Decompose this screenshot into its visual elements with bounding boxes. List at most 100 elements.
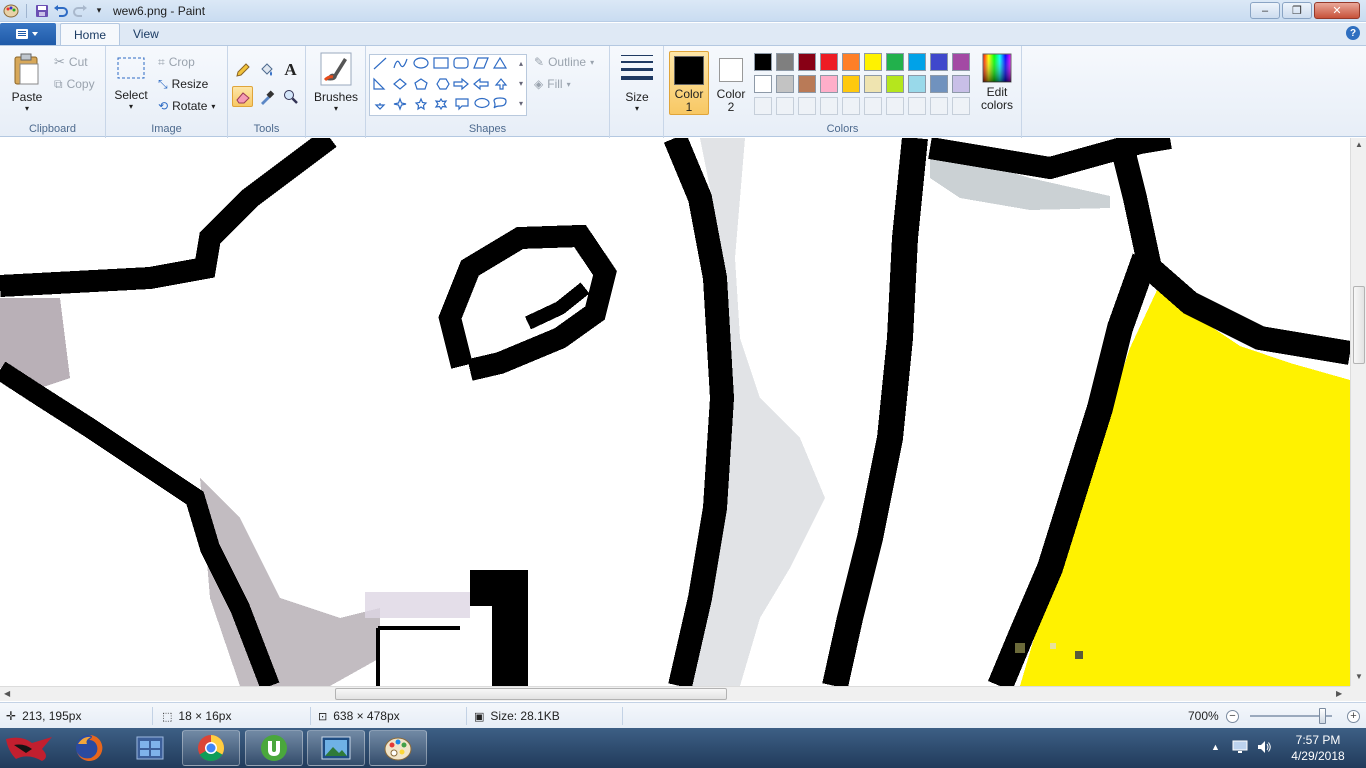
zoom-percent: 700%	[1188, 709, 1219, 723]
rotate-button[interactable]: ⟲ Rotate ▾	[158, 96, 215, 116]
color1-button[interactable]: Color 1	[669, 51, 709, 115]
palette-color-swatch[interactable]	[820, 53, 838, 71]
palette-color-swatch[interactable]	[798, 53, 816, 71]
paint-app-icon[interactable]	[3, 3, 19, 19]
close-button[interactable]: ✕	[1314, 2, 1360, 19]
minimize-button[interactable]: ‒	[1250, 2, 1280, 19]
redo-icon[interactable]	[72, 3, 88, 19]
copy-button[interactable]: ⧉ Copy	[54, 74, 95, 94]
cut-button[interactable]: ✂ Cut	[54, 52, 88, 72]
image-size: ⊡ 638 × 478px	[318, 703, 400, 729]
shapes-gallery-icons[interactable]	[370, 55, 526, 115]
pencil-tool[interactable]	[232, 59, 253, 80]
taskbar-chrome[interactable]	[182, 730, 240, 766]
palette-custom-slot[interactable]	[776, 97, 794, 115]
ribbon-tabs: Home View ?	[0, 23, 1366, 45]
resize-button[interactable]: ⤡ Resize	[158, 74, 208, 94]
palette-color-swatch[interactable]	[842, 75, 860, 93]
size-button[interactable]: Size ▾	[618, 52, 656, 113]
palette-color-swatch[interactable]	[776, 75, 794, 93]
palette-color-swatch[interactable]	[930, 75, 948, 93]
outline-button[interactable]: ✎ Outline ▾	[534, 52, 594, 72]
palette-color-swatch[interactable]	[798, 75, 816, 93]
taskbar-firefox[interactable]	[60, 730, 118, 766]
palette-color-swatch[interactable]	[952, 53, 970, 71]
palette-color-swatch[interactable]	[930, 53, 948, 71]
taskbar-paint[interactable]	[369, 730, 427, 766]
selection-size: ⬚ 18 × 16px	[162, 703, 231, 729]
palette-color-swatch[interactable]	[864, 75, 882, 93]
eraser-tool[interactable]	[232, 86, 253, 107]
select-button[interactable]: Select ▾	[114, 56, 148, 111]
palette-color-swatch[interactable]	[886, 75, 904, 93]
zoom-slider-thumb[interactable]	[1319, 708, 1326, 724]
palette-custom-slot[interactable]	[952, 97, 970, 115]
palette-color-swatch[interactable]	[952, 75, 970, 93]
palette-custom-slot[interactable]	[754, 97, 772, 115]
customize-qat-icon[interactable]: ▾	[91, 3, 107, 19]
taskbar-photo-viewer[interactable]	[307, 730, 365, 766]
show-hidden-icons[interactable]: ▲	[1211, 742, 1220, 752]
tab-home[interactable]: Home	[60, 23, 121, 45]
magnifier-tool[interactable]	[280, 86, 301, 107]
color2-button[interactable]: Color 2	[711, 51, 751, 115]
fill-icon: ◈	[534, 77, 544, 91]
paste-button[interactable]: Paste ▾	[8, 52, 46, 113]
palette-color-swatch[interactable]	[820, 75, 838, 93]
palette-custom-slot[interactable]	[864, 97, 882, 115]
palette-color-swatch[interactable]	[886, 53, 904, 71]
palette-color-swatch[interactable]	[864, 53, 882, 71]
palette-color-swatch[interactable]	[842, 53, 860, 71]
taskbar-task-manager[interactable]	[121, 730, 179, 766]
fill-button[interactable]: ◈ Fill ▾	[534, 74, 571, 94]
horizontal-scrollbar[interactable]: ◀ ▶	[0, 686, 1350, 701]
color-picker-tool[interactable]	[256, 86, 277, 107]
scroll-down-icon[interactable]: ▼	[1355, 672, 1363, 681]
help-icon[interactable]: ?	[1346, 26, 1360, 40]
zoom-in-button[interactable]: +	[1347, 710, 1360, 723]
palette-custom-slot[interactable]	[798, 97, 816, 115]
file-menu-button[interactable]	[0, 23, 56, 45]
taskbar-utorrent[interactable]	[245, 730, 303, 766]
brushes-button[interactable]: Brushes ▾	[314, 52, 358, 113]
crop-label: Crop	[168, 55, 195, 69]
paint-icon	[384, 737, 412, 761]
edit-colors-button[interactable]: Edit colors	[977, 53, 1017, 112]
drawing-canvas[interactable]	[0, 138, 1350, 686]
palette-color-swatch[interactable]	[754, 75, 772, 93]
palette-color-swatch[interactable]	[776, 53, 794, 71]
palette-custom-slot[interactable]	[886, 97, 904, 115]
tab-view[interactable]: View	[120, 23, 172, 45]
select-dropdown-icon: ▾	[128, 102, 133, 111]
crop-button[interactable]: ⌗ Crop	[158, 52, 195, 72]
text-tool[interactable]: A	[280, 59, 301, 80]
undo-icon[interactable]	[53, 3, 69, 19]
tray-clock[interactable]: 7:57 PM 4/29/2018	[1278, 732, 1358, 764]
horizontal-scroll-thumb[interactable]	[335, 688, 727, 700]
color1-swatch	[674, 56, 704, 85]
maximize-button[interactable]: ❐	[1282, 2, 1312, 19]
start-button[interactable]	[0, 730, 58, 766]
volume-icon[interactable]	[1256, 739, 1272, 758]
vertical-scrollbar[interactable]: ▲ ▼	[1350, 138, 1366, 686]
scroll-up-icon[interactable]: ▲	[1355, 140, 1363, 149]
palette-color-swatch[interactable]	[908, 53, 926, 71]
palette-custom-slot[interactable]	[820, 97, 838, 115]
fill-tool[interactable]	[256, 59, 277, 80]
palette-custom-slot[interactable]	[930, 97, 948, 115]
palette-custom-slot[interactable]	[908, 97, 926, 115]
scroll-left-icon[interactable]: ◀	[4, 689, 10, 698]
scroll-right-icon[interactable]: ▶	[1336, 689, 1342, 698]
palette-color-swatch[interactable]	[908, 75, 926, 93]
network-icon[interactable]	[1232, 739, 1248, 758]
resize-label: Resize	[171, 77, 209, 91]
zoom-out-button[interactable]: −	[1226, 710, 1239, 723]
selection-size-icon: ⬚	[162, 710, 173, 723]
shapes-scroll[interactable]: ▴ ▾ ▾	[515, 54, 527, 116]
crop-icon: ⌗	[158, 54, 165, 69]
palette-custom-slot[interactable]	[842, 97, 860, 115]
save-icon[interactable]	[34, 3, 50, 19]
vertical-scroll-thumb[interactable]	[1353, 286, 1365, 364]
palette-color-swatch[interactable]	[754, 53, 772, 71]
zoom-value: 700%	[1188, 703, 1219, 729]
